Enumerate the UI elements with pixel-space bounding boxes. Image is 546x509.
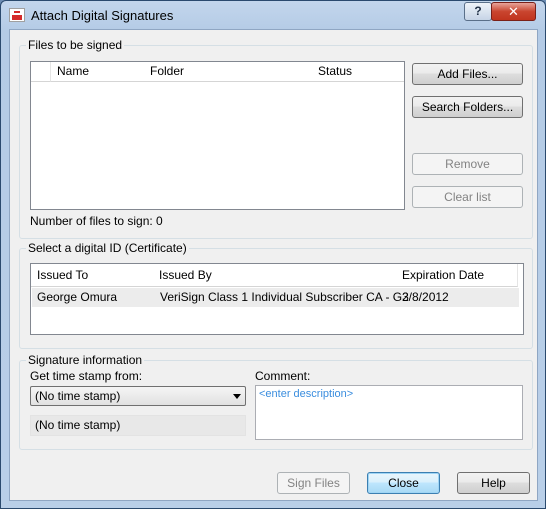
signature-group-label: Signature information (26, 353, 145, 367)
signature-document-icon (9, 8, 25, 22)
add-files-button[interactable]: Add Files... (412, 63, 523, 85)
window-title: Attach Digital Signatures (31, 8, 174, 23)
files-group: Files to be signed Name Folder Status Ad… (19, 38, 533, 239)
cert-issued-by: VeriSign Class 1 Individual Subscriber C… (160, 290, 409, 304)
certificate-group-label: Select a digital ID (Certificate) (26, 241, 189, 255)
files-column-status[interactable]: Status (312, 62, 404, 82)
certificate-row[interactable]: George Omura VeriSign Class 1 Individual… (32, 288, 519, 307)
clear-list-button[interactable]: Clear list (412, 186, 523, 208)
cert-column-expiration[interactable]: Expiration Date (396, 264, 518, 287)
files-group-label: Files to be signed (26, 38, 125, 52)
sign-files-button[interactable]: Sign Files (277, 472, 350, 494)
timestamp-selected-value: (No time stamp) (35, 389, 121, 403)
chevron-down-icon (233, 394, 241, 399)
title-help-button[interactable]: ? (464, 2, 492, 21)
certificate-list[interactable]: Issued To Issued By Expiration Date Geor… (30, 263, 524, 335)
timestamp-dropdown[interactable]: (No time stamp) (30, 386, 246, 406)
certificate-group: Select a digital ID (Certificate) Issued… (19, 241, 533, 349)
search-folders-button[interactable]: Search Folders... (412, 96, 523, 118)
signature-group: Signature information Get time stamp fro… (19, 353, 533, 450)
cert-expiration: 2/8/2012 (402, 290, 449, 304)
files-count-label: Number of files to sign: 0 (30, 214, 163, 228)
cert-issued-to: George Omura (37, 290, 118, 304)
cert-column-issued-to[interactable]: Issued To (31, 264, 154, 287)
comment-label: Comment: (255, 369, 311, 383)
close-button[interactable]: Close (367, 472, 440, 494)
timestamp-label: Get time stamp from: (30, 369, 143, 383)
files-list[interactable]: Name Folder Status (30, 61, 405, 210)
title-bar[interactable]: Attach Digital Signatures ? ✕ (1, 1, 545, 29)
files-column-folder[interactable]: Folder (144, 62, 313, 82)
remove-button[interactable]: Remove (412, 153, 523, 175)
cert-column-issued-by[interactable]: Issued By (153, 264, 397, 287)
timestamp-display: (No time stamp) (30, 415, 246, 436)
dialog-window: Attach Digital Signatures ? ✕ Files to b… (0, 0, 546, 509)
files-column-name[interactable]: Name (51, 62, 145, 82)
files-column-select[interactable] (31, 62, 51, 82)
title-close-button[interactable]: ✕ (491, 2, 536, 21)
comment-textarea[interactable]: <enter description> (255, 385, 523, 440)
help-button[interactable]: Help (457, 472, 530, 494)
dialog-client-area: Files to be signed Name Folder Status Ad… (9, 29, 538, 501)
